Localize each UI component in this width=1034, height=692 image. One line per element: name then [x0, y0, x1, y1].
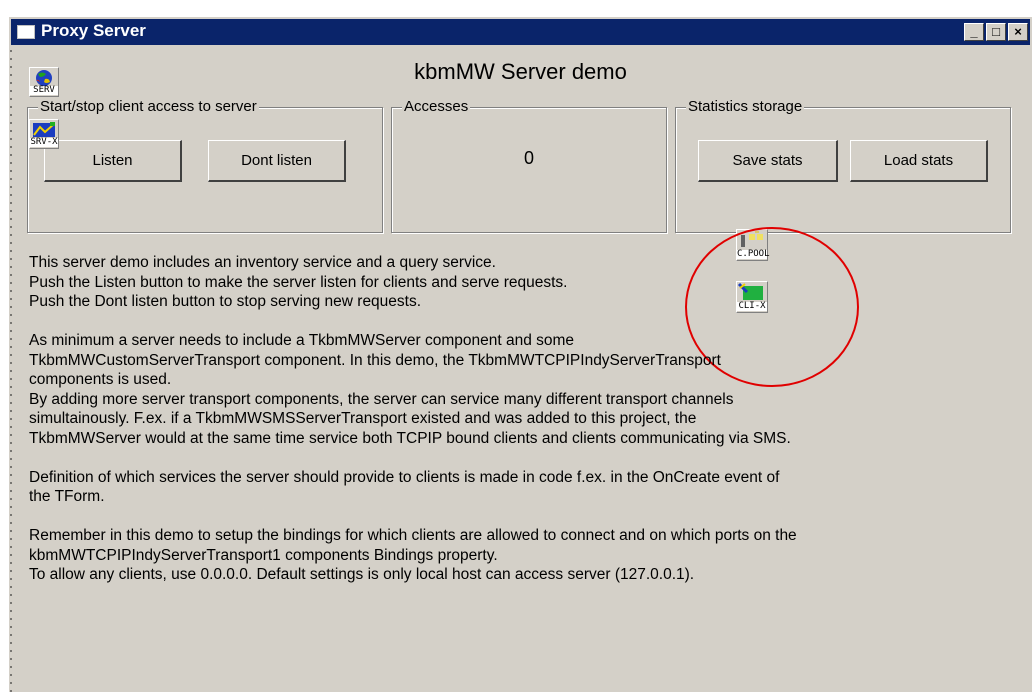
description-text: This server demo includes an inventory s… — [29, 253, 1029, 585]
page-title: kbmMW Server demo — [414, 59, 627, 84]
minimize-button[interactable]: _ — [964, 23, 984, 41]
description-line: Definition of which services the server … — [29, 468, 780, 486]
description-line: TkbmMWServer would at the same time serv… — [29, 429, 791, 447]
accesses-group: Accesses 0 — [391, 98, 667, 233]
description-line: By adding more server transport componen… — [29, 390, 734, 408]
save-stats-button[interactable]: Save stats — [698, 140, 838, 182]
description-line: the TForm. — [29, 488, 105, 505]
description-line: Remember in this demo to setup the bindi… — [29, 527, 797, 544]
description-line: kbmMWTCPIPIndyServerTransport1 component… — [29, 546, 498, 564]
form-client-area: kbmMW Server demo Start/stop client acce… — [9, 47, 1032, 692]
client-access-group: Start/stop client access to server Liste… — [27, 98, 383, 233]
proxy-server-window: Proxy Server _ □ × kbmMW Server demo Sta… — [8, 16, 1032, 692]
statistics-group: Statistics storage Save stats Load stats — [675, 98, 1011, 233]
window-title: Proxy Server — [41, 21, 146, 40]
server-transport-component-icon[interactable]: SRV-X — [29, 119, 59, 149]
server-component-label: SERV — [30, 86, 58, 95]
server-component-icon[interactable]: SERV — [29, 67, 59, 97]
description-line: Push the Dont listen button to stop serv… — [29, 293, 422, 310]
server-transport-component-label: SRV-X — [30, 137, 58, 147]
app-icon — [17, 25, 35, 39]
description-line: TkbmMWCustomServerTransport component. I… — [29, 351, 721, 369]
description-line: This server demo includes an inventory s… — [29, 254, 496, 271]
listen-button[interactable]: Listen — [44, 140, 182, 182]
dont-listen-button[interactable]: Dont listen — [208, 140, 346, 182]
close-button[interactable]: × — [1008, 23, 1028, 41]
accesses-count: 0 — [523, 148, 534, 168]
description-line: components is used. — [29, 371, 172, 388]
accesses-group-label: Accesses — [402, 98, 471, 115]
client-access-group-label: Start/stop client access to server — [38, 98, 259, 115]
maximize-button[interactable]: □ — [986, 23, 1006, 41]
description-line: Push the Listen button to make the serve… — [29, 273, 568, 291]
description-line: To allow any clients, use 0.0.0.0. Defau… — [29, 566, 695, 583]
title-bar[interactable]: Proxy Server _ □ × — [11, 19, 1030, 45]
statistics-group-label: Statistics storage — [686, 98, 805, 115]
description-line: simultainously. F.ex. if a TkbmMWSMSServ… — [29, 410, 697, 427]
description-line: As minimum a server needs to include a T… — [29, 332, 575, 349]
load-stats-button[interactable]: Load stats — [850, 140, 988, 182]
design-grid-dots — [9, 47, 13, 692]
